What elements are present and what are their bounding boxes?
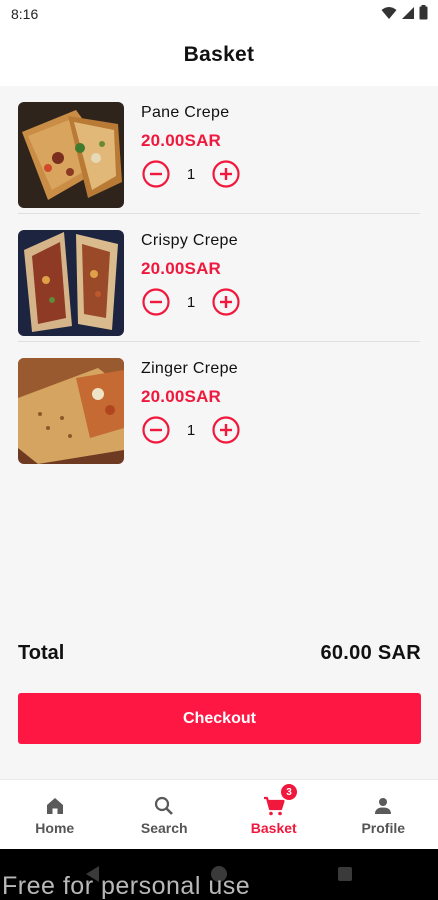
item-image [18,358,124,464]
basket-item: Zinger Crepe 20.00SAR 1 [0,342,438,470]
cart-icon [263,796,285,816]
total-label: Total [18,642,65,664]
quantity-value: 1 [186,422,196,439]
person-icon [375,798,392,814]
nav-label: Basket [250,820,297,836]
decrease-quantity-button[interactable] [141,159,171,189]
status-bar: 8:16 [0,0,438,28]
checkout-button[interactable]: Checkout [18,693,421,744]
item-image [18,230,124,336]
nav-item-search[interactable]: Search [110,780,220,850]
nav-item-profile[interactable]: Profile [329,780,438,850]
increase-quantity-button[interactable] [211,287,241,317]
cart-badge: 3 [281,784,297,800]
nav-label: Home [35,820,75,836]
quantity-stepper: 1 [141,287,241,317]
status-time: 8:16 [11,6,39,22]
item-image [18,102,124,208]
wifi-icon [381,6,397,19]
app-header: Basket [0,28,438,86]
watermark: Free for personal use [2,872,251,900]
nav-item-basket[interactable]: Basket [219,780,329,850]
quantity-stepper: 1 [141,415,241,445]
decrease-quantity-button[interactable] [141,415,171,445]
signal-icon [402,6,414,19]
decrease-quantity-button[interactable] [141,287,171,317]
battery-icon [419,5,428,20]
quantity-value: 1 [186,294,196,311]
nav-label: Profile [361,820,406,836]
quantity-value: 1 [186,166,196,183]
item-price: 20.00SAR [141,259,222,278]
nav-label: Search [140,820,188,836]
status-icons [381,5,428,20]
basket-item: Pane Crepe 20.00SAR 1 [0,86,438,214]
quantity-stepper: 1 [141,159,241,189]
nav-item-home[interactable]: Home [0,780,110,850]
recents-icon[interactable] [337,866,353,882]
increase-quantity-button[interactable] [211,159,241,189]
item-name: Zinger Crepe [141,360,238,377]
item-name: Pane Crepe [141,104,230,121]
page-title: Basket [183,43,255,66]
item-name: Crispy Crepe [141,232,238,249]
item-price: 20.00SAR [141,131,222,150]
search-icon [155,796,174,815]
item-price: 20.00SAR [141,387,222,406]
bottom-nav: Home Search Basket Profile [0,779,438,849]
home-icon [46,798,63,814]
increase-quantity-button[interactable] [211,415,241,445]
basket-item: Crispy Crepe 20.00SAR 1 [0,214,438,342]
total-value: 60.00 SAR [320,642,421,664]
